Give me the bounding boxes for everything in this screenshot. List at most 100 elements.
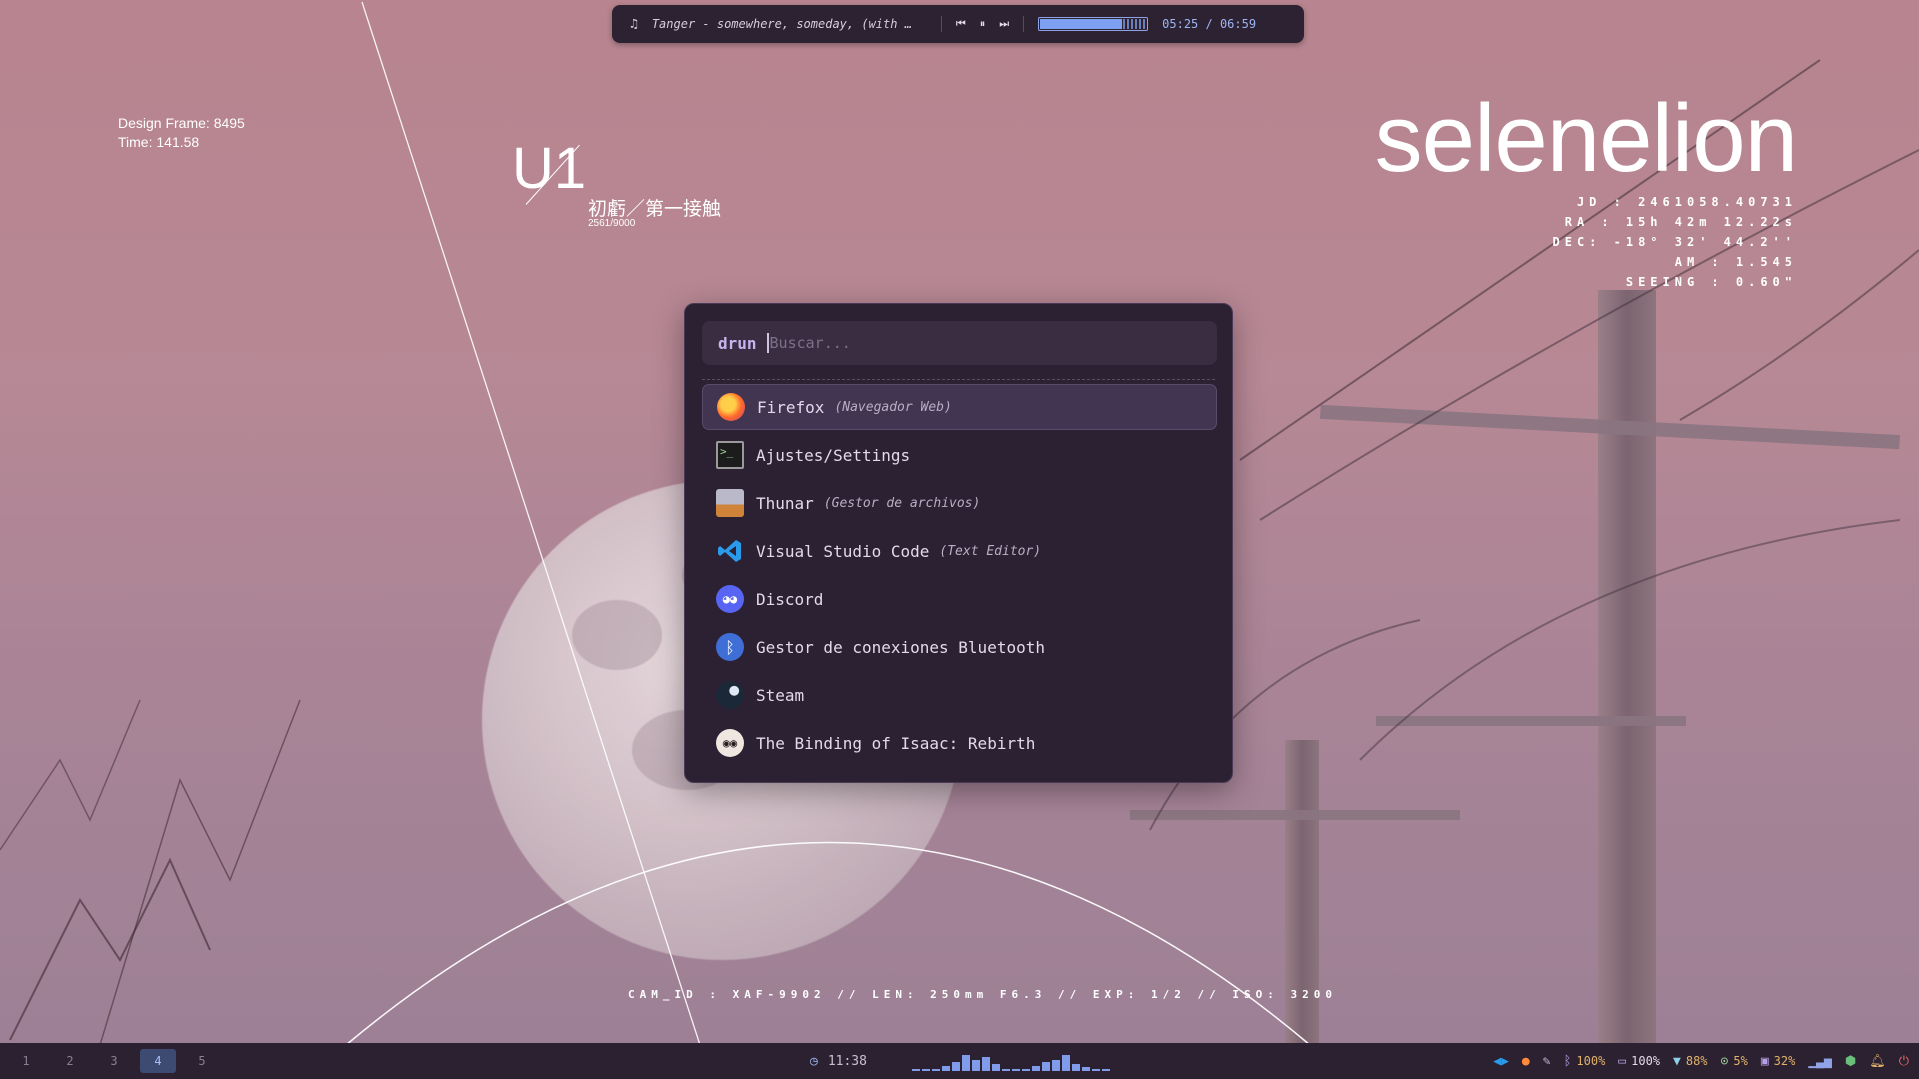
app-name: Visual Studio Code	[756, 541, 930, 561]
astro-line: RA : 15h 42m 12.22s	[1564, 215, 1797, 229]
launcher-divider	[702, 379, 1215, 380]
track-title: Tanger - somewhere, someday, (with …	[651, 17, 912, 31]
visualizer-bar	[972, 1060, 980, 1071]
visualizer-bar	[1002, 1069, 1010, 1071]
workspace-3[interactable]: 3	[96, 1049, 132, 1073]
visualizer-bar	[1052, 1060, 1060, 1071]
visualizer-bar	[1092, 1069, 1100, 1071]
bluetooth-status[interactable]: ᛒ 100%	[1564, 1054, 1606, 1069]
visualizer-bar	[942, 1066, 950, 1071]
visualizer-bar	[1042, 1062, 1050, 1071]
firefox-icon	[717, 393, 745, 421]
app-name: Thunar	[756, 493, 814, 513]
launcher-item-firefox[interactable]: Firefox (Navegador Web)	[702, 384, 1217, 430]
track-time: 05:25 / 06:59	[1162, 17, 1257, 31]
color-picker-icon[interactable]: ✎	[1543, 1054, 1551, 1069]
vscode-tray-icon[interactable]: ◀▶	[1493, 1054, 1509, 1069]
launcher-item-discord[interactable]: ◕◕ Discord	[702, 576, 1217, 622]
bluetooth-icon: ᛒ	[716, 633, 744, 661]
launcher-search-box: drun	[702, 321, 1217, 365]
system-tray: ◀▶ ● ✎ ᛒ 100% ▭ 100% ▼ 88% ⊙ 5% ▣ 32% ▁▃…	[1493, 1043, 1909, 1079]
terminal-icon: >_	[716, 441, 744, 469]
astro-line: AM : 1.545	[1674, 255, 1797, 269]
isaac-icon: ◉◉	[716, 729, 744, 757]
app-description: (Text Editor)	[939, 543, 1042, 559]
music-player-bar: ♫ Tanger - somewhere, someday, (with … ⏮…	[612, 5, 1304, 43]
app-name: The Binding of Isaac: Rebirth	[756, 733, 1036, 753]
astro-line: DEC: -18° 32' 44.2''	[1552, 235, 1797, 249]
bluetooth-level: 100%	[1576, 1054, 1606, 1068]
clock-icon: ◷	[810, 1053, 818, 1069]
cpu-status[interactable]: ⊙ 5%	[1721, 1054, 1748, 1069]
design-frame-info: Design Frame: 8495 Time: 141.58	[118, 114, 245, 152]
time-label: Time: 141.58	[118, 134, 200, 150]
shield-icon[interactable]: ⬢	[1845, 1054, 1856, 1069]
launcher-item-vscode[interactable]: Visual Studio Code (Text Editor)	[702, 528, 1217, 574]
launcher-item-settings[interactable]: >_ Ajustes/Settings	[702, 432, 1217, 478]
taskbar: 1 2 3 4 5 ◷ 11:38 ◀▶ ● ✎ ᛒ 100% ▭ 100% ▼…	[0, 1043, 1919, 1079]
workspace-4[interactable]: 4	[140, 1049, 176, 1073]
vscode-icon	[716, 537, 744, 565]
workspace-2[interactable]: 2	[52, 1049, 88, 1073]
visualizer-bar	[962, 1055, 970, 1071]
launcher-item-isaac[interactable]: ◉◉ The Binding of Isaac: Rebirth	[702, 720, 1217, 766]
signal-icon[interactable]: ▁▃▅	[1808, 1054, 1831, 1069]
visualizer-bar	[952, 1062, 960, 1071]
launcher-item-thunar[interactable]: Thunar (Gestor de archivos)	[702, 480, 1217, 526]
separator	[940, 16, 942, 32]
workspace-5[interactable]: 5	[184, 1049, 220, 1073]
workspace-1[interactable]: 1	[8, 1049, 44, 1073]
app-description: (Navegador Web)	[834, 399, 952, 415]
next-track-button[interactable]: ⏭	[999, 17, 1009, 31]
launcher-search-input[interactable]	[766, 333, 1172, 353]
memory-status[interactable]: ▣ 32%	[1761, 1054, 1796, 1069]
message-icon: ▭	[1618, 1053, 1627, 1069]
astro-info-block: selenelion JD : 2461058.40731 RA : 15h 4…	[1374, 85, 1798, 292]
app-name: Firefox	[757, 397, 825, 417]
bell-icon[interactable]: 🔔︎	[1869, 1054, 1886, 1069]
launcher-app-list: Firefox (Navegador Web) >_ Ajustes/Setti…	[702, 384, 1217, 768]
visualizer-bar	[1012, 1069, 1020, 1071]
event-name: selenelion	[1374, 85, 1798, 192]
chapter-subtitle: 初虧／第一接触	[588, 198, 722, 220]
wifi-status[interactable]: ▼ 88%	[1673, 1054, 1708, 1069]
app-name: Ajustes/Settings	[756, 445, 911, 465]
cpu-level: 5%	[1733, 1054, 1748, 1068]
wifi-icon: ▼	[1673, 1053, 1681, 1069]
audio-visualizer	[912, 1053, 1110, 1071]
launcher-mode-label: drun	[718, 333, 757, 353]
launcher-item-bluetooth[interactable]: ᛒ Gestor de conexiones Bluetooth	[702, 624, 1217, 670]
app-name: Discord	[756, 589, 824, 609]
discord-icon: ◕◕	[716, 585, 744, 613]
visualizer-bar	[982, 1057, 990, 1071]
launcher-item-steam[interactable]: Steam	[702, 672, 1217, 718]
steam-icon	[716, 681, 744, 709]
pause-button[interactable]: ⏸	[980, 17, 986, 31]
track-progress-bar[interactable]	[1038, 17, 1149, 31]
power-icon[interactable]: ⏻	[1899, 1054, 1909, 1069]
clock[interactable]: ◷ 11:38	[810, 1043, 867, 1079]
visualizer-bar	[1102, 1069, 1110, 1071]
visualizer-bar	[1082, 1067, 1090, 1071]
astro-line: SEEING : 0.60"	[1625, 275, 1797, 289]
chapter-title-block: U1 初虧／第一接触 2561/9000	[512, 140, 721, 230]
notification-status[interactable]: ▭ 100%	[1618, 1054, 1660, 1069]
app-name: Gestor de conexiones Bluetooth	[756, 637, 1045, 657]
chapter-counter: 2561/9000	[588, 218, 636, 229]
wifi-level: 88%	[1685, 1054, 1708, 1068]
visualizer-bar	[1072, 1064, 1080, 1071]
track-progress-fill	[1040, 19, 1122, 29]
visualizer-bar	[932, 1069, 940, 1071]
desktop: ♫ Tanger - somewhere, someday, (with … ⏮…	[0, 0, 1919, 1079]
visualizer-bar	[1062, 1055, 1070, 1071]
app-launcher: drun Firefox (Navegador Web) >_ Ajustes/…	[684, 303, 1233, 783]
visualizer-bar	[922, 1069, 930, 1071]
track-progress-remaining	[1122, 19, 1147, 29]
camera-info: CAM_ID : XAF-9902 // LEN: 250mm F6.3 // …	[628, 988, 1337, 1001]
bluetooth-tray-icon: ᛒ	[1563, 1053, 1572, 1069]
design-frame-label: Design Frame: 8495	[118, 115, 245, 131]
cpu-icon: ⊙	[1720, 1053, 1729, 1069]
app-description: (Gestor de archivos)	[823, 495, 981, 511]
firefox-tray-icon[interactable]: ●	[1522, 1054, 1530, 1069]
previous-track-button[interactable]: ⏮	[956, 17, 966, 31]
